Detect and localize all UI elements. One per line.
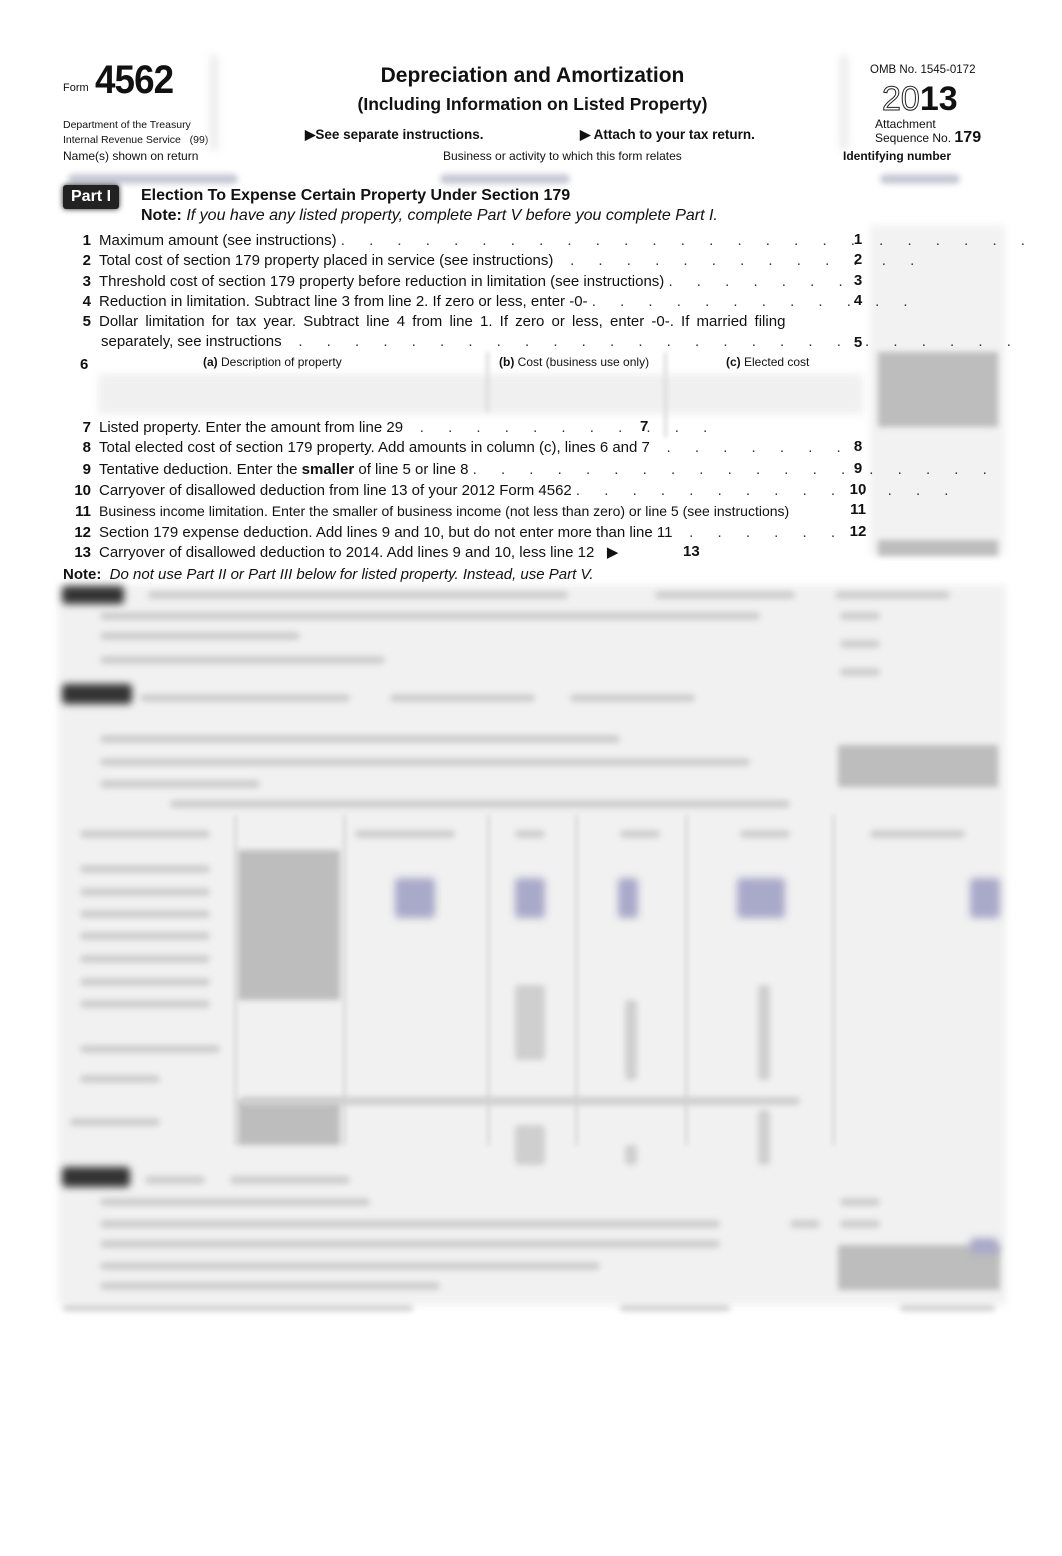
line-3-amount[interactable] xyxy=(875,271,1000,291)
shaded-box-line6 xyxy=(878,352,998,427)
attachment-sequence: Attachment Sequence No. 179 xyxy=(875,117,982,146)
line-6-number: 6 xyxy=(80,356,89,373)
line-11: 11 Business income limitation. Enter the … xyxy=(75,503,790,520)
form-label: Form xyxy=(63,82,89,94)
omb-number: OMB No. 1545-0172 xyxy=(870,64,976,76)
filled-value xyxy=(970,878,1000,918)
shaded-column-b-lower xyxy=(238,1100,340,1145)
line-2-amount[interactable] xyxy=(875,250,1000,270)
business-label: Business or activity to which this form … xyxy=(443,149,682,163)
line-7-box: 7 xyxy=(640,418,649,435)
line-2-box: 2 xyxy=(853,251,863,268)
part-1-title: Election To Expense Certain Property Und… xyxy=(141,187,571,204)
line-13-box: 13 xyxy=(683,543,700,560)
line-1-box: 1 xyxy=(853,231,863,248)
line-8: 8 Total elected cost of section 179 prope… xyxy=(82,439,851,456)
line-6-description-input[interactable] xyxy=(100,376,480,410)
line-12-amount[interactable] xyxy=(875,522,1000,542)
col-c-header: (c) Elected cost xyxy=(726,355,810,369)
tax-year: 2013 xyxy=(882,80,958,119)
part-2-badge xyxy=(62,586,124,604)
line-10-box: 10 xyxy=(849,481,867,498)
line-7-amount[interactable] xyxy=(670,416,860,436)
part-1-note: Note: If you have any listed property, c… xyxy=(141,207,718,224)
part-1-badge: Part I xyxy=(63,185,120,209)
col-b-header: (b) Cost (business use only) xyxy=(499,355,650,369)
line-9-box: 9 xyxy=(853,460,863,477)
part-4-badge xyxy=(62,1167,130,1187)
line-12-box: 12 xyxy=(849,523,867,540)
form-subtitle: (Including Information on Listed Propert… xyxy=(357,94,708,114)
filled-value xyxy=(395,878,435,918)
name-field[interactable] xyxy=(68,174,238,184)
line-4-amount[interactable] xyxy=(875,291,1000,311)
arrow-right-icon: ▶ xyxy=(305,127,316,142)
line-5-box: 5 xyxy=(853,334,863,351)
identifying-number-label: Identifying number xyxy=(843,149,951,163)
line-8-amount[interactable] xyxy=(875,437,1000,457)
line-1: 1 Maximum amount (see instructions) . . .… xyxy=(82,232,1035,249)
line-3: 3 Threshold cost of section 179 property … xyxy=(82,273,853,290)
line-9-amount[interactable] xyxy=(875,459,1000,479)
line-10-amount[interactable] xyxy=(875,480,1000,500)
shaded-box-line13 xyxy=(878,540,998,556)
part-3-badge xyxy=(62,684,132,704)
line-10: 10 Carryover of disallowed deduction from… xyxy=(74,482,959,499)
filled-value xyxy=(618,878,638,918)
line-5-amount[interactable] xyxy=(875,332,1000,352)
line-4-box: 4 xyxy=(853,292,863,309)
department: Department of the Treasury xyxy=(63,119,191,131)
line-5-cont: separately, see instructions . . . . . .… xyxy=(101,333,1021,350)
form-title: Depreciation and Amortization xyxy=(380,64,685,87)
filled-value xyxy=(515,878,545,918)
line-11-box: 11 xyxy=(850,501,866,518)
line-11-amount[interactable] xyxy=(875,500,1000,520)
agency-info: Department of the Treasury Internal Reve… xyxy=(63,118,208,148)
line-8-box: 8 xyxy=(853,438,863,455)
names-label: Name(s) shown on return xyxy=(63,149,199,163)
attach-note: ▶ Attach to your tax return. xyxy=(580,127,755,142)
line-3-box: 3 xyxy=(853,272,863,289)
shaded-column-b xyxy=(238,850,340,1000)
part-1-footer-note: Note: Do not use Part II or Part III bel… xyxy=(63,566,594,583)
line-13-amount[interactable] xyxy=(710,542,860,562)
line-9: 9 Tentative deduction. Enter the smaller … xyxy=(82,461,997,478)
see-instructions: ▶See separate instructions. xyxy=(305,127,484,142)
business-field[interactable] xyxy=(440,174,570,184)
line-4: 4 Reduction in limitation. Subtract line … xyxy=(82,293,918,310)
line-6-elected-cost-input[interactable] xyxy=(670,376,860,410)
line-6-cost-input[interactable] xyxy=(492,376,660,410)
line-1-amount[interactable] xyxy=(875,230,1000,250)
line-2: 2 Total cost of section 179 property plac… xyxy=(82,252,925,269)
irs-line: Internal Revenue Service (99) xyxy=(63,134,209,146)
form-number: 4562 xyxy=(95,58,174,102)
line-5: 5 Dollar limitation for tax year. Subtrac… xyxy=(82,313,786,330)
filled-value xyxy=(970,1238,998,1254)
arrow-right-icon: ▶ xyxy=(606,544,619,561)
line-12: 12 Section 179 expense deduction. Add lin… xyxy=(74,524,845,541)
col-a-header: (a) Description of property xyxy=(203,355,342,369)
identifying-number-field[interactable] xyxy=(880,174,960,184)
arrow-right-icon: ▶ xyxy=(580,127,591,142)
filled-value xyxy=(737,878,785,918)
